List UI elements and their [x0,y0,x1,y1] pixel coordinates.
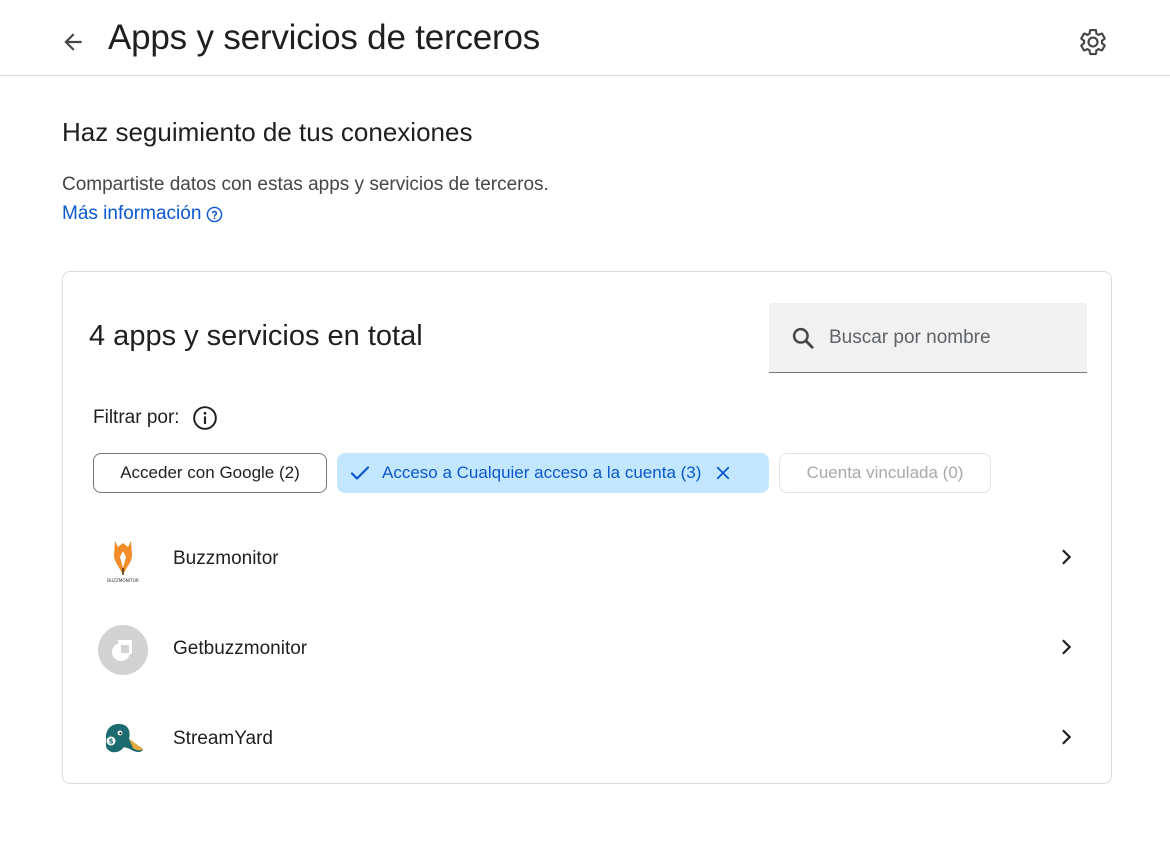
streamyard-logo-icon: $ [98,715,148,765]
app-name: Getbuzzmonitor [173,638,308,659]
app-name: StreamYard [173,728,273,749]
back-button[interactable] [56,25,90,59]
app-list: BUZZMONITOR Buzzmonitor Getbuzzmonitor $… [63,515,1111,785]
close-icon[interactable] [713,463,733,483]
section-heading: Haz seguimiento de tus conexiones [62,117,473,147]
section-description: Compartiste datos con estas apps y servi… [62,174,549,195]
connections-card: 4 apps y servicios en total Filtrar por:… [62,271,1112,784]
getbuzzmonitor-logo-icon [98,625,148,675]
chip-label: Cuenta vinculada (0) [806,463,964,482]
help-circle-icon [207,206,223,222]
chevron-right-icon [1053,634,1079,660]
search-input[interactable] [829,326,1069,349]
info-icon [192,406,217,430]
list-item-streamyard[interactable]: $ StreamYard [63,695,1111,785]
svg-text:BUZZMONITOR: BUZZMONITOR [107,578,139,583]
chip-label: Acceder con Google (2) [120,463,300,482]
app-name: Buzzmonitor [173,548,279,569]
gear-icon [1080,28,1106,56]
top-app-bar: Apps y servicios de terceros [0,0,1170,76]
chip-linked-account: Cuenta vinculada (0) [779,453,991,493]
chip-account-access[interactable]: Acceso a Cualquier acceso a la cuenta (3… [337,453,769,493]
chip-sign-in-with-google[interactable]: Acceder con Google (2) [93,453,327,493]
chevron-right-icon [1053,724,1079,750]
filter-info-button[interactable] [192,405,218,431]
search-field[interactable] [769,303,1087,373]
filter-label: Filtrar por: [93,405,218,431]
list-item-buzzmonitor[interactable]: BUZZMONITOR Buzzmonitor [63,515,1111,605]
apps-total-title: 4 apps y servicios en total [89,320,423,352]
filter-chips: Acceder con Google (2) Acceso a Cualquie… [93,453,991,493]
svg-text:$: $ [109,738,114,746]
chevron-right-icon [1053,544,1079,570]
more-info-label: Más información [62,203,202,224]
buzzmonitor-logo-icon: BUZZMONITOR [98,535,148,585]
search-icon [789,324,817,352]
list-item-getbuzzmonitor[interactable]: Getbuzzmonitor [63,605,1111,695]
checkmark-icon [348,461,372,485]
arrow-back-icon [64,33,82,51]
more-info-link[interactable]: Más información [62,203,223,225]
page-title: Apps y servicios de terceros [108,18,541,57]
settings-button[interactable] [1075,24,1111,60]
chip-label: Acceso a Cualquier acceso a la cuenta (3… [382,463,702,482]
filter-label-text: Filtrar por: [93,407,180,428]
